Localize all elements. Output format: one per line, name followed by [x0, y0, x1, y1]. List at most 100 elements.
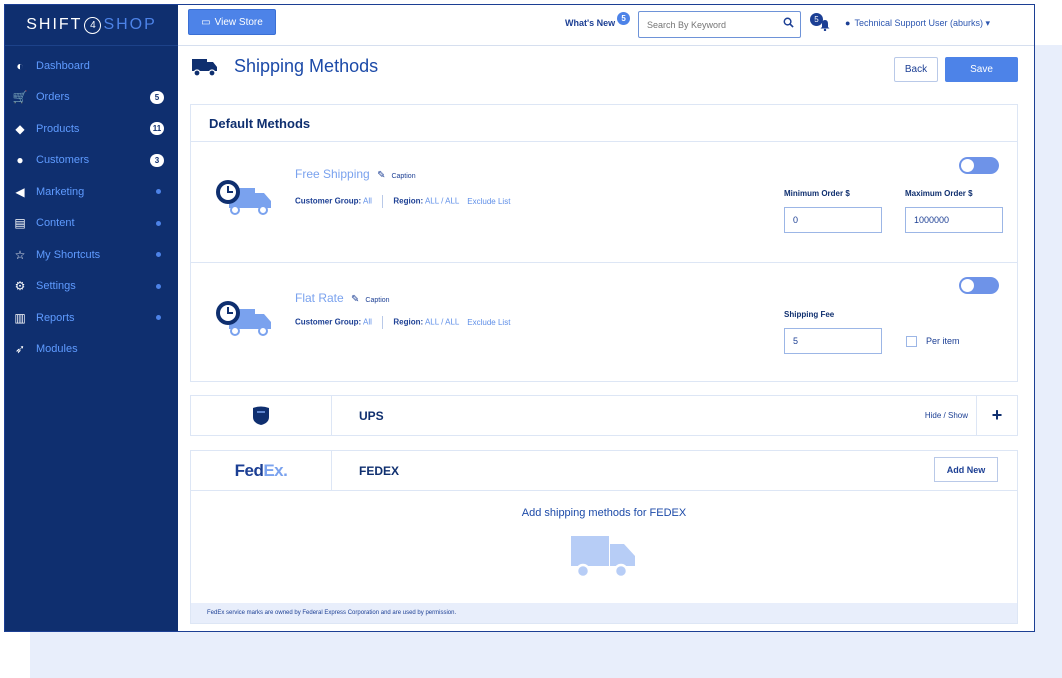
sidebar-item-my-shortcuts[interactable]: ☆ My Shortcuts: [5, 239, 178, 271]
search-icon[interactable]: [783, 17, 794, 28]
pencil-icon[interactable]: ✎: [351, 294, 359, 305]
gears-icon: ⚙: [14, 279, 26, 294]
sidebar-item-content[interactable]: ▤ Content: [5, 208, 178, 240]
pencil-icon[interactable]: ✎: [377, 170, 385, 181]
megaphone-icon: ◀: [15, 184, 25, 199]
rocket-icon: ➶: [14, 342, 26, 357]
fedex-carrier-card: FedEx. FEDEX Add New Add shipping method…: [190, 450, 1018, 624]
sidebar-item-label: Settings: [36, 280, 76, 293]
expand-plus-button[interactable]: +: [976, 396, 1017, 435]
ups-name: UPS: [359, 409, 384, 423]
fedex-name: FEDEX: [359, 464, 400, 478]
expand-dot: [156, 283, 161, 289]
bar-chart-icon: ▥: [14, 310, 26, 325]
separator: [382, 195, 384, 208]
top-bar: ▭ View Store What's New5 5 ●Technical Su…: [178, 5, 1034, 46]
caption-link[interactable]: Caption: [365, 297, 389, 304]
sidebar-nav: ◐ Dashboard 🛒 Orders 5 ◆ Products 11 ● Customers 3…: [5, 46, 178, 365]
expand-dot: [156, 189, 161, 194]
sidebar-item-customers[interactable]: ● Customers 3: [5, 145, 178, 177]
dashboard-icon: ◐: [16, 58, 24, 73]
free-shipping-toggle[interactable]: [959, 157, 999, 174]
exclude-list-link[interactable]: Exclude List: [467, 318, 510, 327]
sidebar-item-label: Customers: [36, 154, 90, 167]
min-order-input[interactable]: [784, 207, 882, 233]
max-order-label: Maximum Order $: [905, 189, 973, 198]
shipping-fee-input[interactable]: [784, 328, 882, 354]
method-name: Flat Rate ✎ Caption: [295, 291, 390, 305]
whats-new-label: What's New: [565, 18, 616, 28]
brand-right: SHOP: [103, 16, 157, 33]
tags-icon: ◆: [15, 121, 25, 136]
flat-rate-toggle[interactable]: [959, 277, 999, 294]
sidebar-item-label: Dashboard: [36, 59, 90, 72]
search-box: [638, 11, 801, 38]
region-link[interactable]: ALL / ALL: [425, 197, 459, 206]
customer-group-label: Customer Group:: [295, 317, 362, 327]
sidebar-item-marketing[interactable]: ◀ Marketing: [5, 176, 178, 208]
ups-logo-cell: [191, 396, 332, 435]
flat-rate-method: Flat Rate ✎ Caption Customer Group: All R…: [191, 262, 1017, 380]
method-name-text: Flat Rate: [295, 291, 344, 305]
customer-group-link[interactable]: All: [363, 197, 372, 206]
per-item-checkbox[interactable]: [906, 336, 917, 347]
fedex-logo: FedEx.: [191, 451, 332, 490]
fedex-header: FedEx. FEDEX Add New: [191, 451, 1017, 491]
add-new-button[interactable]: Add New: [934, 457, 998, 482]
brand-num: 4: [84, 16, 102, 34]
document-icon: ▤: [14, 216, 26, 231]
separator: [382, 316, 384, 329]
region-label: Region:: [393, 196, 424, 206]
sidebar-item-orders[interactable]: 🛒 Orders 5: [5, 82, 178, 114]
brand-left: SHIFT: [26, 16, 83, 33]
method-meta: Customer Group: All Region: ALL / ALL Ex…: [295, 316, 510, 329]
sidebar-item-settings[interactable]: ⚙ Settings: [5, 271, 178, 303]
user-icon: ●: [845, 18, 851, 28]
delivery-truck-icon: [216, 301, 271, 336]
per-item-label: Per item: [926, 336, 960, 346]
expand-dot: [156, 220, 161, 226]
caption-link[interactable]: Caption: [391, 173, 415, 180]
whats-new-link[interactable]: What's New 5: [565, 12, 631, 31]
sidebar-item-dashboard[interactable]: ◐ Dashboard: [5, 50, 178, 82]
save-button[interactable]: Save: [945, 57, 1018, 82]
default-methods-card: Default Methods Free Shipping ✎ Caption C…: [190, 104, 1018, 382]
region-link[interactable]: ALL / ALL: [425, 318, 459, 327]
whats-new-badge: 5: [617, 12, 631, 25]
free-shipping-method: Free Shipping ✎ Caption Customer Group: A…: [191, 142, 1017, 259]
user-name: Technical Support User (aburks) ▾: [854, 18, 991, 28]
search-input[interactable]: [639, 18, 779, 31]
empty-state-message: Add shipping methods for FEDEX: [521, 507, 687, 519]
monitor-icon: ▭: [201, 16, 211, 28]
ups-shield-icon: [253, 406, 269, 425]
count-badge: 3: [150, 153, 164, 167]
sidebar: SHIFT 4 SHOP ◐ Dashboard 🛒 Orders 5 ◆ Products 11…: [5, 5, 178, 631]
sidebar-item-label: My Shortcuts: [36, 248, 101, 261]
method-meta: Customer Group: All Region: ALL / ALL Ex…: [295, 195, 510, 208]
fedex-footnote: FedEx service marks are owned by Federal…: [191, 603, 1017, 623]
fedex-logo-fed: Fed: [234, 460, 264, 480]
bell-icon: [820, 20, 830, 31]
sidebar-item-reports[interactable]: ▥ Reports: [5, 302, 178, 334]
max-order-input[interactable]: [905, 207, 1003, 233]
count-badge: 11: [150, 122, 164, 135]
ups-carrier-row: UPS Hide / Show +: [190, 395, 1018, 436]
delivery-truck-icon: [216, 180, 271, 215]
exclude-list-link[interactable]: Exclude List: [467, 197, 510, 206]
customer-group-link[interactable]: All: [363, 318, 372, 327]
sidebar-item-products[interactable]: ◆ Products 11: [5, 113, 178, 145]
region-label: Region:: [393, 317, 424, 327]
brand-logo[interactable]: SHIFT 4 SHOP: [5, 5, 178, 46]
customer-group-label: Customer Group:: [295, 196, 362, 206]
empty-truck-icon: [571, 536, 635, 579]
back-button[interactable]: Back: [894, 57, 938, 82]
sidebar-item-modules[interactable]: ➶ Modules: [5, 334, 178, 366]
view-store-button[interactable]: ▭ View Store: [188, 9, 276, 35]
sidebar-item-label: Content: [36, 217, 75, 230]
user-menu[interactable]: ● Technical Support User (aburks) ▾: [845, 18, 990, 29]
truck-icon: [192, 58, 217, 77]
sidebar-item-label: Products: [36, 122, 80, 135]
hide-show-link[interactable]: Hide / Show: [925, 411, 968, 420]
sidebar-item-label: Marketing: [36, 185, 85, 198]
expand-dot: [156, 252, 161, 257]
